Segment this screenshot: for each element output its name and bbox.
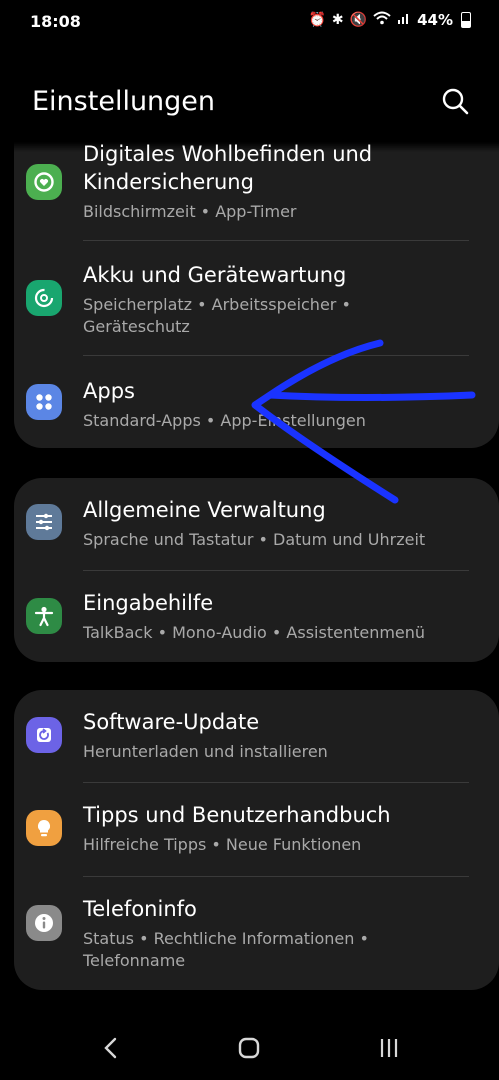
item-apps[interactable]: Apps Standard-Apps • App-Einstellungen [14, 356, 499, 448]
signal-icon [397, 11, 411, 29]
info-icon [26, 905, 62, 941]
back-button[interactable] [97, 1034, 125, 1062]
item-digital-wellbeing[interactable]: Digitales Wohlbefinden und Kindersicheru… [14, 142, 499, 237]
status-time: 18:08 [30, 12, 81, 31]
settings-group-2: Allgemeine Verwaltung Sprache und Tastat… [14, 478, 499, 662]
search-icon [442, 88, 469, 115]
item-accessibility[interactable]: Eingabehilfe TalkBack • Mono-Audio • Ass… [14, 571, 499, 662]
status-bar: 18:08 ⏰ ✱ 🔇 44% [0, 0, 499, 46]
refresh-circle-icon [26, 280, 62, 316]
home-icon [238, 1037, 260, 1059]
search-button[interactable] [439, 85, 473, 119]
page-title: Einstellungen [32, 86, 216, 117]
mute-icon: 🔇 [349, 12, 368, 28]
sliders-icon [26, 504, 62, 540]
item-title: Eingabehilfe [83, 591, 214, 615]
recents-button[interactable] [374, 1034, 404, 1062]
item-software-update[interactable]: Software-Update Herunterladen und instal… [14, 690, 499, 782]
item-title: Software-Update [83, 710, 260, 734]
lightbulb-icon [26, 810, 62, 846]
item-tips[interactable]: Tipps und Benutzerhandbuch Hilfreiche Ti… [14, 783, 499, 876]
settings-group-1: Digitales Wohlbefinden und Kindersicheru… [14, 142, 499, 448]
item-subtitle: Sprache und Tastatur • Datum und Uhrzeit [83, 530, 426, 549]
item-subtitle: Status • Rechtliche Informationen • [83, 929, 369, 948]
person-icon [26, 598, 62, 634]
item-title: Allgemeine Verwaltung [83, 498, 326, 522]
settings-group-3: Software-Update Herunterladen und instal… [14, 690, 499, 990]
item-title: Apps [83, 379, 135, 403]
header: Einstellungen [0, 70, 499, 140]
status-icons: ⏰ ✱ 🔇 44% [308, 11, 471, 29]
home-button[interactable] [235, 1034, 263, 1062]
four-dots-icon [26, 384, 62, 420]
item-subtitle-line2: Telefonname [83, 951, 186, 970]
update-icon [26, 717, 62, 753]
item-general-management[interactable]: Allgemeine Verwaltung Sprache und Tastat… [14, 478, 499, 570]
navigation-bar [0, 1016, 499, 1080]
item-title: Digitales Wohlbefinden und [83, 142, 373, 166]
item-phone-info[interactable]: Telefoninfo Status • Rechtliche Informat… [14, 877, 499, 990]
item-subtitle: Standard-Apps • App-Einstellungen [83, 411, 366, 430]
back-icon [104, 1037, 117, 1059]
bluetooth-icon: ✱ [331, 12, 344, 28]
item-title: Akku und Gerätewartung [83, 263, 347, 287]
item-device-care[interactable]: Akku und Gerätewartung Speicherplatz • A… [14, 241, 499, 356]
battery-icon [461, 12, 471, 28]
item-title: Tipps und Benutzerhandbuch [83, 803, 391, 827]
item-subtitle: Speicherplatz • Arbeitsspeicher • [83, 295, 351, 314]
recents-icon [380, 1039, 398, 1057]
item-title: Telefoninfo [83, 897, 197, 921]
item-subtitle: Bildschirmzeit • App-Timer [83, 202, 297, 221]
item-title-line2: Kindersicherung [83, 170, 254, 194]
item-subtitle-line2: Geräteschutz [83, 317, 190, 336]
alarm-icon: ⏰ [308, 12, 326, 28]
wifi-icon [373, 11, 391, 29]
battery-percent: 44% [417, 11, 453, 29]
item-subtitle: Hilfreiche Tipps • Neue Funktionen [83, 835, 362, 854]
item-subtitle: Herunterladen und installieren [83, 742, 328, 761]
item-subtitle: TalkBack • Mono-Audio • Assistentenmenü [83, 623, 426, 642]
heart-ring-icon [26, 164, 62, 200]
